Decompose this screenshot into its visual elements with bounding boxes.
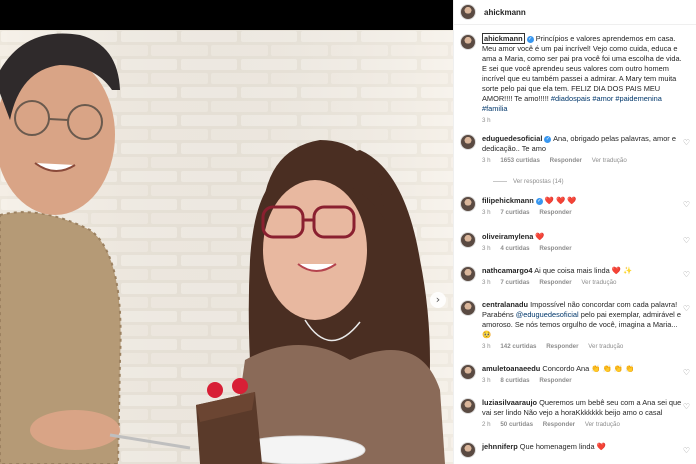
comment-item: jehnniferp Que homenagem linda ❤️ ♡ [460,442,690,458]
comment-item: oliveiramylena ❤️ 3 h 4 curtidas Respond… [460,232,690,253]
verified-badge-icon: ✓ [526,35,534,43]
reply-button[interactable]: Responder [539,377,571,384]
comment-username[interactable]: jehnniferp [482,442,518,451]
comment-time: 3 h [482,343,491,350]
comments-panel: ahickmann ahickmann ✓ Princípios e valor… [453,0,696,464]
comment-likes[interactable]: 7 curtidas [500,209,529,216]
heart-outline-icon[interactable]: ♡ [683,368,690,377]
comment-time: 3 h [482,209,491,216]
comment-item: amuletoanaeedu Concordo Ana 👏 👏 👏 👏 3 h … [460,364,690,385]
translate-button[interactable]: Ver tradução [592,157,627,164]
reply-button[interactable]: Responder [539,279,571,286]
reply-button[interactable]: Responder [543,421,575,428]
commenter-avatar[interactable] [460,398,476,414]
comment-likes[interactable]: 4 curtidas [500,245,529,252]
reply-button[interactable]: Responder [546,343,578,350]
comment-time: 3 h [482,279,491,286]
comment-item: centralanadu Impossível não concordar co… [460,300,690,351]
translate-button[interactable]: Ver tradução [585,421,620,428]
comment-text: Ai que coisa mais linda ❤️ ✨ [534,266,633,275]
heart-outline-icon[interactable]: ♡ [683,304,690,313]
reply-button[interactable]: Responder [539,245,571,252]
heart-outline-icon[interactable]: ♡ [683,138,690,147]
view-replies-button[interactable]: Ver respostas (14) [493,178,564,185]
comment-likes[interactable]: 1653 curtidas [500,157,540,164]
comment-username[interactable]: centralanadu [482,300,528,309]
comment-username[interactable]: oliveiramylena [482,232,533,241]
comment-time: 3 h [482,245,491,252]
comment-username[interactable]: luziasilvaaraujo [482,398,537,407]
comment-text: ❤️ [535,232,545,241]
comment-likes[interactable]: 50 curtidas [500,421,533,428]
comment-item: luziasilvaaraujo Queremos um bebê seu co… [460,398,690,429]
photo-illustration [0,30,453,464]
post-header: ahickmann [454,0,696,25]
caption-time: 3 h [482,117,491,124]
comment-username[interactable]: amuletoanaeedu [482,364,540,373]
comment-text: Que homenagem linda ❤️ [519,442,606,451]
comment-item: filipehickmann ✓ ❤️ ❤️ ❤️ 3 h 7 curtidas… [460,196,690,217]
heart-outline-icon[interactable]: ♡ [683,270,690,279]
heart-outline-icon[interactable]: ♡ [683,200,690,209]
comment-username[interactable]: filipehickmann [482,196,534,205]
comment-username[interactable]: eduguedesoficial [482,134,542,143]
heart-outline-icon[interactable]: ♡ [683,236,690,245]
comment-mention[interactable]: @eduguedesoficial [516,310,579,319]
translate-button[interactable]: Ver tradução [581,279,616,286]
author-avatar[interactable] [460,34,476,50]
comment-time: 3 h [482,377,491,384]
comment-likes[interactable]: 8 curtidas [500,377,529,384]
commenter-avatar[interactable] [460,364,476,380]
chevron-right-icon[interactable]: › [430,292,446,308]
caption-text: Princípios e valores aprendemos em casa.… [482,34,682,103]
caption-username[interactable]: ahickmann [482,33,525,44]
top-bar [0,0,453,30]
verified-badge-icon: ✓ [535,197,543,205]
commenter-avatar[interactable] [460,300,476,316]
commenter-avatar[interactable] [460,232,476,248]
comment-time: 3 h [482,157,491,164]
comment-likes[interactable]: 7 curtidas [500,279,529,286]
comment-item: nathcamargo4 Ai que coisa mais linda ❤️ … [460,266,690,287]
comments-list[interactable]: ahickmann ✓ Princípios e valores aprende… [454,26,696,464]
commenter-avatar[interactable] [460,134,476,150]
comment-likes[interactable]: 142 curtidas [500,343,536,350]
heart-outline-icon[interactable]: ♡ [683,446,690,455]
caption: ahickmann ✓ Princípios e valores aprende… [460,33,688,125]
comment-username[interactable]: nathcamargo4 [482,266,533,275]
comment-time: 2 h [482,421,491,428]
commenter-avatar[interactable] [460,196,476,212]
reply-button[interactable]: Responder [539,209,571,216]
comment-text: Concordo Ana 👏 👏 👏 👏 [542,364,635,373]
commenter-avatar[interactable] [460,442,476,458]
comment-text: ❤️ ❤️ ❤️ [544,196,577,205]
reply-button[interactable]: Responder [550,157,582,164]
translate-button[interactable]: Ver tradução [588,343,623,350]
commenter-avatar[interactable] [460,266,476,282]
author-username[interactable]: ahickmann [484,8,526,17]
author-avatar[interactable] [460,4,476,20]
post-photo[interactable]: › [0,30,453,464]
comment-item: eduguedesoficial ✓ Ana, obrigado pelas p… [460,134,690,165]
verified-badge-icon: ✓ [544,135,552,143]
heart-outline-icon[interactable]: ♡ [683,402,690,411]
